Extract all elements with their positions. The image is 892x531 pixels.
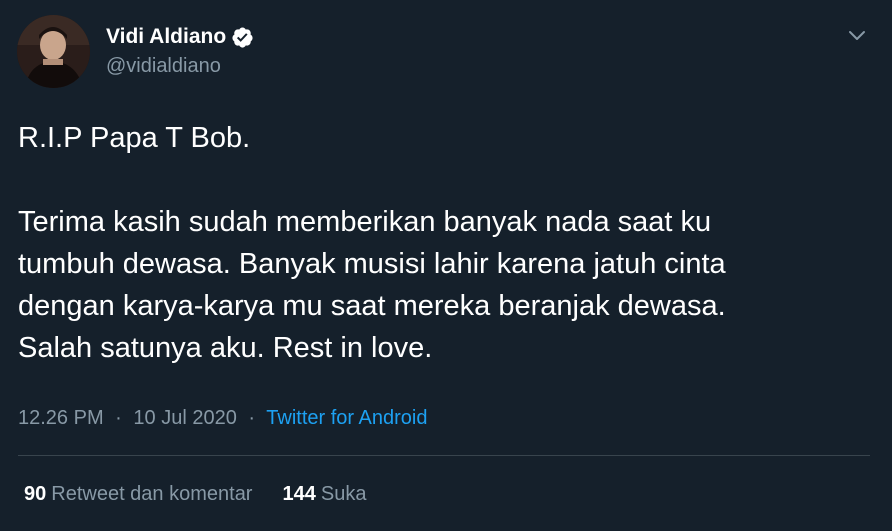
verified-badge-icon	[231, 26, 254, 49]
tweet-line: Terima kasih sudah memberikan banyak nad…	[18, 206, 712, 238]
tweet-source-link[interactable]: Twitter for Android	[266, 407, 427, 429]
chevron-down-icon[interactable]	[846, 24, 868, 46]
retweets-label: Retweet dan komentar	[51, 483, 253, 505]
avatar[interactable]	[17, 15, 90, 88]
author-name-row: Vidi Aldiano	[106, 25, 254, 49]
user-handle[interactable]: @vidialdiano	[106, 54, 221, 78]
tweet-metadata: 12.26 PM · 10 Jul 2020 · Twitter for And…	[18, 405, 427, 431]
separator-dot: ·	[115, 407, 122, 429]
tweet-time[interactable]: 12.26 PM	[18, 407, 104, 429]
likes-label: Suka	[320, 483, 367, 505]
divider	[18, 455, 870, 456]
tweet-line: Salah satunya aku. Rest in love.	[18, 332, 433, 364]
tweet-date[interactable]: 10 Jul 2020	[133, 407, 236, 429]
retweets-count: 90	[24, 483, 47, 505]
display-name[interactable]: Vidi Aldiano	[106, 25, 226, 49]
tweet-line: tumbuh dewasa. Banyak musisi lahir karen…	[18, 248, 726, 280]
separator-dot: ·	[248, 407, 256, 429]
tweet-text: R.I.P Papa T Bob. Terima kasih sudah mem…	[18, 117, 868, 369]
retweets-stat[interactable]: 90 Retweet dan komentar	[24, 481, 252, 507]
tweet-line: R.I.P Papa T Bob.	[18, 122, 251, 154]
likes-stat[interactable]: 144 Suka	[282, 481, 366, 507]
tweet-line: dengan karya-karya mu saat mereka beranj…	[18, 290, 726, 322]
tweet-card: Vidi Aldiano @vidialdiano R.I.P Papa T B…	[0, 0, 892, 531]
engagement-stats: 90 Retweet dan komentar 144 Suka	[24, 481, 396, 507]
likes-count: 144	[282, 483, 316, 505]
